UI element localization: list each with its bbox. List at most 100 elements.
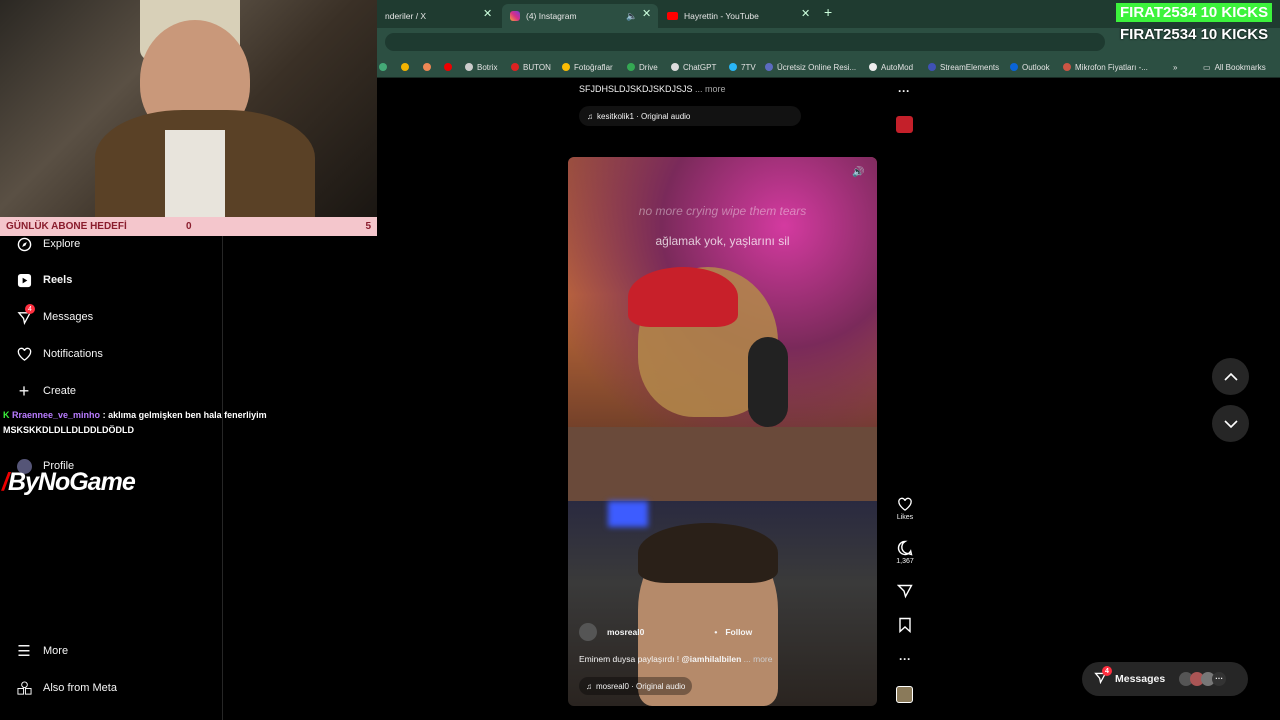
more-options-icon[interactable]: ··· <box>895 652 915 666</box>
username-link[interactable]: mosreal0 <box>607 627 644 637</box>
more-link[interactable]: ... more <box>695 84 726 94</box>
kick-icon: K <box>3 410 10 420</box>
red-cap <box>628 267 738 327</box>
share-action[interactable] <box>895 583 915 599</box>
instagram-icon <box>510 11 520 21</box>
mention-link[interactable]: @iamhilalbilen <box>682 654 742 664</box>
chat-message-line: MSKSKKDLDLLDLDDLDÖDLD <box>3 425 134 435</box>
background-sign <box>818 501 877 531</box>
prev-post-audio[interactable]: ♫ kesitkolik1 · Original audio <box>579 106 801 126</box>
avatar-stack: ··· <box>1179 672 1227 686</box>
kick-alert-green: FIRAT2534 10 KICKS <box>1116 3 1273 22</box>
more-options-icon[interactable]: ··· <box>898 84 910 98</box>
next-reel-button[interactable] <box>1212 405 1249 442</box>
speaker-icon[interactable]: 🔊 <box>852 167 864 178</box>
tab-label: (4) Instagram <box>526 11 577 21</box>
comment-icon <box>897 540 913 556</box>
singer-shoulder <box>568 427 877 501</box>
reel-caption: Eminem duysa paylaşırdı ! @iamhilalbilen… <box>579 654 773 664</box>
bookmarks-bar: Botrix BUTON Fotoğraflar Drive ChatGPT 7… <box>377 56 1280 78</box>
chevron-down-icon <box>1223 419 1238 428</box>
prev-post-caption: SFJDHSLDJSKDJSKDJSJS ... more <box>579 84 726 94</box>
likes-count: Likes <box>896 514 914 521</box>
goal-current: 0 <box>186 221 192 232</box>
chat-text: : aklıma gelmişken ben hala fenerliyim <box>102 410 267 420</box>
bookmark-icon[interactable] <box>401 56 413 78</box>
bookmark-7tv[interactable]: 7TV <box>729 56 756 78</box>
compass-icon <box>16 236 32 252</box>
bookmark-automod[interactable]: AutoMod <box>869 56 913 78</box>
tab-youtube[interactable]: Hayrettin - YouTube <box>659 4 817 28</box>
music-note-icon: ♫ <box>586 681 592 691</box>
new-tab-button[interactable]: + <box>824 4 832 20</box>
chat-username: Rraennee_ve_minho <box>12 410 101 420</box>
meta-grid-icon <box>16 680 32 696</box>
bookmark-outlook[interactable]: Outlook <box>1010 56 1050 78</box>
bookmark-mikrofon[interactable]: Mikrofon Fiyatları -... <box>1063 56 1148 78</box>
bookmark-photos[interactable]: Fotoğraflar <box>562 56 613 78</box>
comments-count: 1,367 <box>896 558 914 565</box>
speaker-icon[interactable]: 🔈 <box>626 11 637 22</box>
previous-reel-button[interactable] <box>1212 358 1249 395</box>
nav-more[interactable]: ☰ More <box>16 643 68 660</box>
comment-action[interactable]: 1,367 <box>895 540 915 565</box>
tab-label: nderiler / X <box>385 11 427 21</box>
avatar[interactable] <box>579 623 597 641</box>
lyric-english: no more crying wipe them tears <box>638 204 807 218</box>
audio-thumbnail[interactable] <box>896 686 913 703</box>
nav-also-from-meta[interactable]: Also from Meta <box>16 680 117 696</box>
music-note-icon: ♫ <box>587 111 593 121</box>
folder-icon: ▭ <box>1203 62 1211 72</box>
chevron-up-icon <box>1223 372 1238 381</box>
bookmark-chatgpt[interactable]: ChatGPT <box>671 56 716 78</box>
bookmark-icon[interactable] <box>379 56 391 78</box>
webcam-feed <box>0 0 377 217</box>
tab-label: Hayrettin - YouTube <box>684 11 759 21</box>
bookmark-drive[interactable]: Drive <box>627 56 658 78</box>
messenger-icon: 4 <box>16 304 35 325</box>
lyric-turkish: ağlamak yok, yaşlarını sil <box>655 234 790 248</box>
all-bookmarks[interactable]: ▭ All Bookmarks <box>1203 56 1266 78</box>
brand-logo: /ByNoGame <box>2 468 136 496</box>
address-bar[interactable] <box>385 33 1105 51</box>
bookmark-icon[interactable] <box>423 56 435 78</box>
notification-badge: 4 <box>1102 666 1112 676</box>
close-icon[interactable]: ✕ <box>642 7 651 20</box>
close-icon[interactable]: ✕ <box>801 7 810 20</box>
save-action[interactable] <box>895 617 915 633</box>
bookmark-buton[interactable]: BUTON <box>511 56 551 78</box>
bookmark-resim[interactable]: Ücretsiz Online Resi... <box>765 56 856 78</box>
nav-notifications[interactable]: Notifications <box>16 346 103 362</box>
tab-instagram[interactable]: (4) Instagram 🔈 <box>502 4 658 28</box>
bookmark-botrix[interactable]: Botrix <box>465 56 497 78</box>
chat-message: K Rraennee_ve_minho : aklıma gelmişken b… <box>3 410 267 420</box>
microphone <box>748 337 788 427</box>
bookmark-icon[interactable] <box>444 56 456 78</box>
close-icon[interactable]: ✕ <box>483 7 492 20</box>
messenger-icon: 4 <box>1094 666 1112 687</box>
blue-light <box>608 501 648 527</box>
streamer-shirt <box>165 130 225 217</box>
nav-create[interactable]: + Create <box>16 380 76 401</box>
more-link[interactable]: ... more <box>744 654 773 664</box>
menu-icon: ☰ <box>17 643 31 660</box>
like-action[interactable]: Likes <box>895 497 915 521</box>
reel-video[interactable]: no more crying wipe them tears ağlamak y… <box>568 157 877 706</box>
youtube-icon <box>667 12 678 20</box>
reel-video-top: no more crying wipe them tears ağlamak y… <box>568 157 877 501</box>
kick-alert-white: FIRAT2534 10 KICKS <box>1120 26 1269 43</box>
bookmark-streamelements[interactable]: StreamElements <box>928 56 999 78</box>
reel-audio[interactable]: ♫ mosreal0 · Original audio <box>579 677 693 695</box>
reel-author: mosreal0 • Follow <box>579 623 752 641</box>
messages-pill[interactable]: 4 Messages ··· <box>1082 662 1248 696</box>
nav-messages[interactable]: 4 Messages <box>16 304 93 325</box>
person-hair <box>638 523 778 583</box>
chevron-right-icon[interactable]: » <box>1173 56 1177 78</box>
plus-icon: + <box>18 380 30 401</box>
nav-explore[interactable]: Explore <box>16 236 80 252</box>
goal-label: GÜNLÜK ABONE HEDEFİ <box>6 221 127 232</box>
audio-thumbnail[interactable] <box>896 116 913 133</box>
nav-reels[interactable]: Reels <box>16 272 72 288</box>
heart-icon <box>898 497 912 511</box>
follow-button[interactable]: Follow <box>725 627 752 637</box>
